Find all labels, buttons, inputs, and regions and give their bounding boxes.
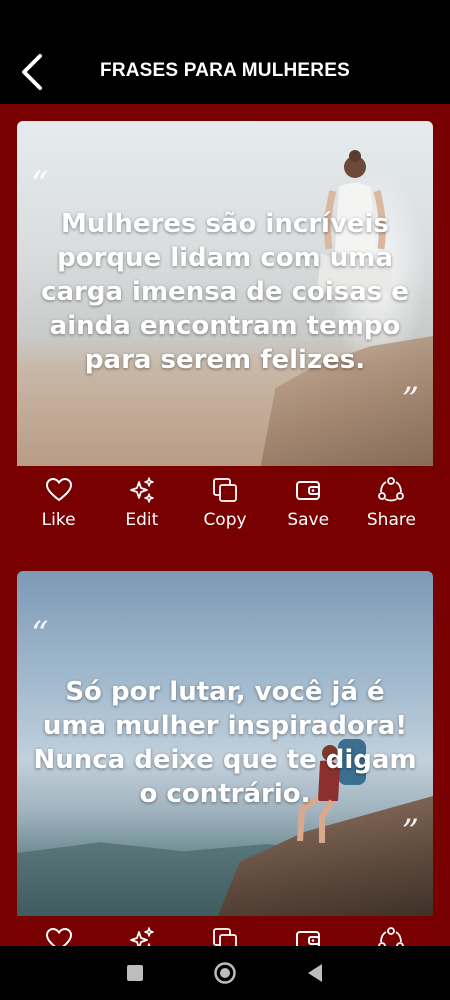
recents-square-icon bbox=[127, 965, 143, 981]
open-quote-icon: “ bbox=[31, 614, 49, 654]
heart-icon bbox=[45, 477, 72, 502]
back-triangle-icon bbox=[308, 964, 322, 982]
home-circle-icon bbox=[214, 962, 236, 984]
copy-label: Copy bbox=[203, 510, 247, 530]
copy-icon bbox=[213, 928, 237, 946]
home-button[interactable] bbox=[205, 953, 245, 993]
heart-icon bbox=[45, 927, 72, 946]
quote-card: “ Mulheres são incríveis porque lidam co… bbox=[17, 121, 433, 538]
sparkles-icon bbox=[129, 477, 154, 503]
copy-button[interactable]: Copy bbox=[183, 916, 266, 946]
app-bar: FRASES PARA MULHERES bbox=[0, 0, 450, 104]
open-quote-icon: “ bbox=[31, 164, 49, 204]
action-bar: Like Edit Copy bbox=[17, 466, 433, 538]
wallet-icon bbox=[296, 931, 321, 946]
quote-text[interactable]: Mulheres são incríveis porque lidam com … bbox=[31, 207, 419, 377]
save-button[interactable]: Save bbox=[267, 466, 350, 538]
quote-card: “ Só por lutar, você já é uma mulher ins… bbox=[17, 571, 433, 946]
close-quote-icon: ” bbox=[401, 812, 419, 852]
share-nodes-icon bbox=[378, 927, 405, 946]
system-nav-bar bbox=[0, 946, 450, 1000]
quote-image: “ Só por lutar, você já é uma mulher ins… bbox=[17, 571, 433, 916]
share-button[interactable]: Share bbox=[350, 916, 433, 946]
quote-image: “ Mulheres são incríveis porque lidam co… bbox=[17, 121, 433, 466]
copy-icon bbox=[213, 478, 237, 502]
share-label: Share bbox=[366, 510, 416, 530]
page-title: FRASES PARA MULHERES bbox=[100, 60, 350, 81]
save-button[interactable]: Save bbox=[267, 916, 350, 946]
quote-text[interactable]: Só por lutar, você já é uma mulher inspi… bbox=[31, 675, 419, 811]
edit-button[interactable]: Edit bbox=[100, 466, 183, 538]
close-quote-icon: ” bbox=[401, 380, 419, 420]
share-nodes-icon bbox=[378, 477, 405, 502]
edit-label: Edit bbox=[125, 510, 159, 530]
back-system-button[interactable] bbox=[295, 953, 335, 993]
save-label: Save bbox=[287, 510, 330, 530]
edit-button[interactable]: Edit bbox=[100, 916, 183, 946]
like-button[interactable]: Like bbox=[17, 916, 100, 946]
like-label: Like bbox=[41, 510, 76, 530]
like-button[interactable]: Like bbox=[17, 466, 100, 538]
recents-button[interactable] bbox=[115, 953, 155, 993]
copy-button[interactable]: Copy bbox=[183, 466, 266, 538]
wallet-icon bbox=[296, 481, 321, 500]
sparkles-icon bbox=[129, 927, 154, 946]
action-bar: Like Edit Copy bbox=[17, 916, 433, 946]
quote-feed[interactable]: “ Mulheres são incríveis porque lidam co… bbox=[0, 104, 450, 946]
share-button[interactable]: Share bbox=[350, 466, 433, 538]
